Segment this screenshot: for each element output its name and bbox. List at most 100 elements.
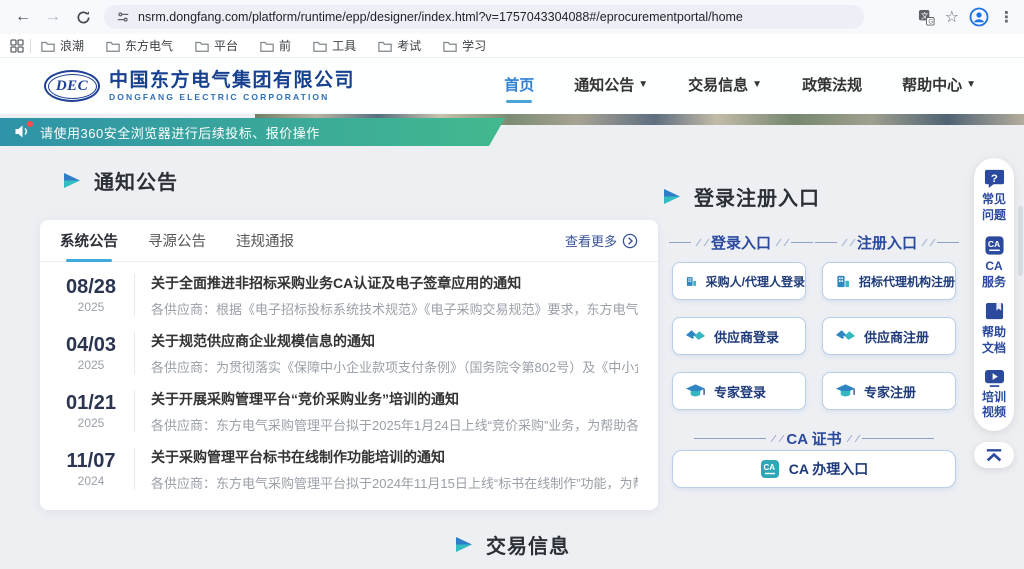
divider [134,448,135,490]
folder-icon [106,40,120,52]
browser-toolbar: ← → nsrm.dongfang.com/platform/runtime/e… [0,0,1024,34]
sidebar-item-faq[interactable]: ? 常见问题 [980,168,1008,223]
back-icon[interactable]: ← [10,4,36,30]
login-subheaders: 登录入口 注册入口 [668,232,960,253]
notice-row[interactable]: 01/212025 关于开展采购管理平台“竞价采购业务”培训的通知 各供应商：东… [40,382,658,440]
nav-item-home[interactable]: 首页 [504,74,534,99]
supplier-register-button[interactable]: 供应商注册 [822,317,956,355]
scrollbar-thumb[interactable] [1018,206,1023,276]
svg-text:CA: CA [987,239,999,249]
svg-text:CA: CA [763,463,775,472]
notice-summary: 各供应商：为贯彻落实《保障中小企业款项支付条例》（国务院令第802号）及《中小企… [151,357,638,376]
divider [669,242,691,243]
expert-register-button[interactable]: 专家注册 [822,372,956,410]
bookmark-label: 平台 [214,37,238,54]
bookmark-folder-dongfang[interactable]: 东方电气 [106,37,173,54]
bookmark-folder-study[interactable]: 学习 [443,37,486,54]
video-play-icon [984,369,1005,387]
section-arrow-icon [62,172,82,189]
purchaser-agent-login-button[interactable]: 采购人/代理人登录 [672,262,806,300]
divider [815,242,837,243]
circle-chevron-right-icon [622,233,638,249]
view-more-link[interactable]: 查看更多 [565,231,638,250]
bookmark-folder-exam[interactable]: 考试 [378,37,421,54]
ca-apply-button[interactable]: CA CA 办理入口 [672,450,956,488]
building-icon [835,272,851,291]
apps-grid-icon[interactable] [10,39,24,53]
notices-card: 系统公告 寻源公告 违规通报 查看更多 08/282025 关于全面推进非招标采… [40,220,658,510]
notice-title[interactable]: 关于规范供应商企业规模信息的通知 [151,331,638,351]
notice-title[interactable]: 关于全面推进非招标采购业务CA认证及电子签章应用的通知 [151,273,638,293]
bookmark-folder-front[interactable]: 前 [260,37,291,54]
building-icon [685,272,698,291]
collapse-up-icon [985,448,1003,462]
notice-title[interactable]: 关于开展采购管理平台“竞价采购业务”培训的通知 [151,389,638,409]
refresh-icon[interactable] [70,4,96,30]
dec-logo-text: DEC [56,78,88,95]
divider [776,435,785,442]
chevron-down-icon: ▼ [966,79,976,90]
divider [927,239,936,246]
profile-avatar-icon[interactable] [969,7,989,27]
view-more-label: 查看更多 [565,231,617,250]
section-arrow-icon [662,188,682,205]
notice-title[interactable]: 关于采购管理平台标书在线制作功能培训的通知 [151,447,638,467]
nav-item-help-center[interactable]: 帮助中心▼ [902,74,976,99]
sidebar-item-ca-service[interactable]: CA CA服务 [980,235,1008,290]
site-info-icon[interactable] [116,10,130,24]
nav-item-notices[interactable]: 通知公告▼ [574,74,648,99]
graduation-cap-icon [835,383,856,400]
sidebar-item-help-docs[interactable]: 帮助文档 [980,302,1008,356]
translate-icon[interactable]: 文G [918,9,935,26]
url-bar[interactable]: nsrm.dongfang.com/platform/runtime/epp/d… [104,5,864,29]
login-section-header: 登录注册入口 [662,182,820,211]
bookmark-folder-langchao[interactable]: 浪潮 [41,37,84,54]
tab-system-notices[interactable]: 系统公告 [60,220,118,262]
collapse-sidebar-button[interactable] [974,442,1014,468]
notice-date: 08/282025 [60,276,122,314]
divider [847,239,856,246]
sidebar-item-label: 常见问题 [980,192,1008,223]
nav-item-policies[interactable]: 政策法规 [802,74,862,99]
button-label: CA 办理入口 [789,459,869,479]
tab-sourcing-notices[interactable]: 寻源公告 [148,220,206,262]
login-buttons-grid: 采购人/代理人登录 招标代理机构注册 供应商登录 供应商注册 专家登录 专家注册 [672,262,956,410]
company-name-cn: 中国东方电气集团有限公司 [109,70,355,92]
expert-login-button[interactable]: 专家登录 [672,372,806,410]
bookmark-label: 工具 [332,37,356,54]
button-label: 供应商登录 [714,327,779,346]
notices-section-header: 通知公告 [62,166,178,195]
notice-date: 01/212025 [60,392,122,430]
notice-row[interactable]: 08/282025 关于全面推进非招标采购业务CA认证及电子签章应用的通知 各供… [40,266,658,324]
svg-text:?: ? [990,173,997,185]
folder-icon [260,40,274,52]
nav-label: 政策法规 [802,74,862,95]
sidebar-item-training-videos[interactable]: 培训视频 [980,369,1008,421]
bookmark-star-icon[interactable]: ☆ [945,7,959,27]
handshake-icon [685,328,706,344]
bookmark-folder-platform[interactable]: 平台 [195,37,238,54]
folder-icon [41,40,55,52]
supplier-login-button[interactable]: 供应商登录 [672,317,806,355]
main-nav: 首页 通知公告▼ 交易信息▼ 政策法规 帮助中心▼ [504,74,976,99]
ticker-text: 请使用360安全浏览器进行后续投标、报价操作 [40,123,320,142]
bidding-agency-register-button[interactable]: 招标代理机构注册 [822,262,956,300]
login-header-label: 登录入口 [711,232,771,253]
notice-row[interactable]: 04/032025 关于规范供应商企业规模信息的通知 各供应商：为贯彻落实《保障… [40,324,658,382]
browser-menu-icon[interactable]: ⋮ [999,8,1014,26]
button-label: 采购人/代理人登录 [706,273,805,290]
divider [694,438,766,439]
tab-violation-reports[interactable]: 违规通报 [236,220,294,262]
announcement-ticker[interactable]: 请使用360安全浏览器进行后续投标、报价操作 [0,118,505,146]
company-logo[interactable]: DEC 中国东方电气集团有限公司 DONGFANG ELECTRIC CORPO… [44,70,355,102]
bookmark-folder-tools[interactable]: 工具 [313,37,356,54]
banner-zone: 请使用360安全浏览器进行后续投标、报价操作 [0,114,1024,146]
divider [791,242,813,243]
divider [30,39,31,53]
notice-row[interactable]: 11/072024 关于采购管理平台标书在线制作功能培训的通知 各供应商：东方电… [40,440,658,498]
notice-summary: 各供应商：东方电气采购管理平台拟于2024年11月15日上线“标书在线制作”功能… [151,473,638,492]
forward-icon[interactable]: → [40,4,66,30]
section-title: 登录注册入口 [694,182,820,211]
company-name-en: DONGFANG ELECTRIC CORPORATION [109,92,355,102]
nav-item-trade-info[interactable]: 交易信息▼ [688,74,762,99]
